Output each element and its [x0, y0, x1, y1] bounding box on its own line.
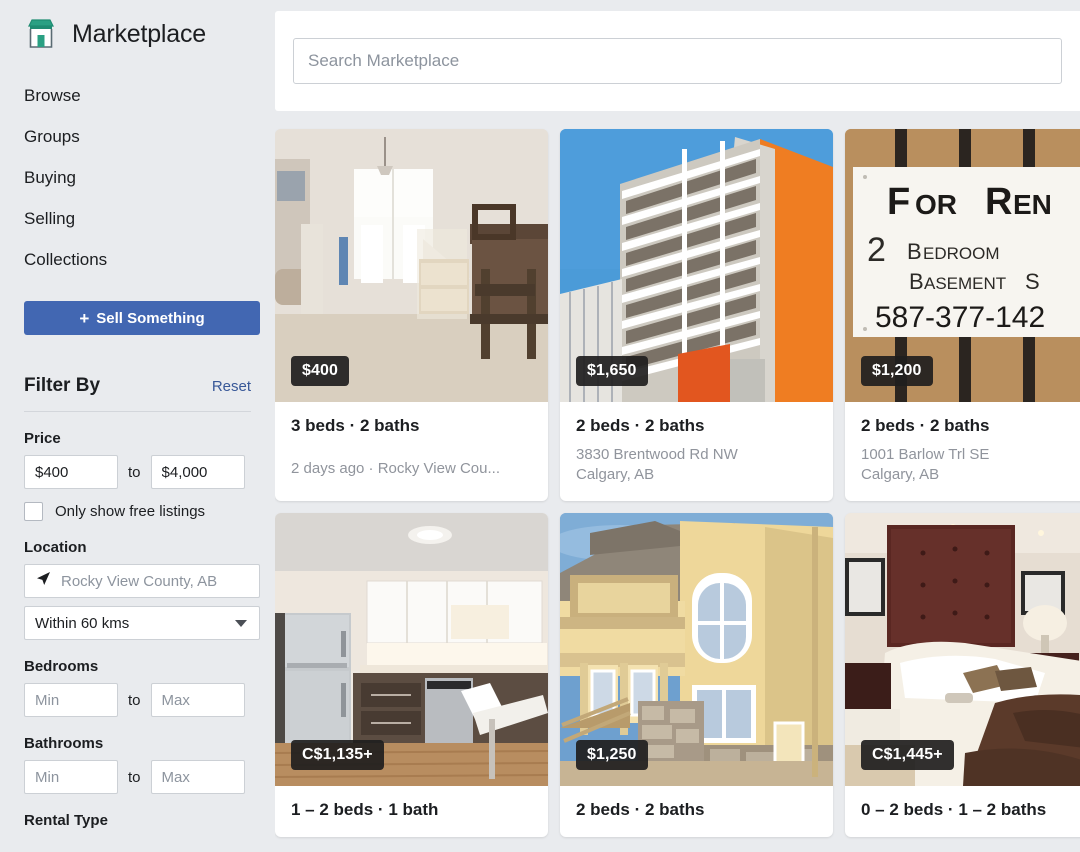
filter-by-title: Filter By — [24, 375, 101, 396]
listing-address: 1001 Barlow Trl SE Calgary, AB — [861, 446, 990, 483]
svg-text:F: F — [887, 181, 910, 223]
price-badge: C$1,135+ — [291, 740, 384, 770]
bathrooms-min-input[interactable] — [24, 760, 118, 794]
filter-group-rental-type: Rental Type — [24, 812, 251, 829]
listing-card[interactable]: $1,650 2 beds · 2 baths 3830 Brentwood R… — [560, 129, 833, 501]
location-arrow-icon — [35, 570, 52, 592]
bedrooms-min-input[interactable] — [24, 683, 118, 717]
free-listings-label: Only show free listings — [55, 503, 206, 520]
listing-title: 3 beds · 2 baths — [291, 416, 420, 435]
price-range-separator: to — [128, 463, 141, 481]
price-range-row: to — [24, 455, 251, 489]
filter-group-price: Price to Only show free listings — [24, 430, 251, 521]
sidebar-item-buying[interactable]: Buying — [24, 158, 251, 199]
rental-type-label: Rental Type — [24, 812, 108, 829]
free-listings-checkbox[interactable] — [24, 502, 43, 521]
location-value: Rocky View County, AB — [61, 572, 218, 590]
bathrooms-range-row: to — [24, 760, 251, 794]
svg-text:587-377-142: 587-377-142 — [875, 301, 1045, 334]
listing-card[interactable]: C$1,135+ 1 – 2 beds · 1 bath — [275, 513, 548, 837]
listing-details: 2 beds · 2 baths 1001 Barlow Trl SE Calg… — [845, 402, 1080, 501]
bathrooms-label: Bathrooms — [24, 735, 104, 752]
listing-image[interactable]: $1,250 — [560, 513, 833, 786]
price-label: Price — [24, 430, 61, 447]
listing-details: 1 – 2 beds · 1 bath — [275, 786, 548, 837]
brand-header: Marketplace — [24, 0, 251, 51]
radius-value: Within 60 kms — [35, 614, 130, 632]
filter-divider — [24, 411, 251, 412]
price-badge: C$1,445+ — [861, 740, 954, 770]
sidebar-item-browse[interactable]: Browse — [24, 76, 251, 117]
price-min-input[interactable] — [24, 455, 118, 489]
svg-text:EN: EN — [1013, 189, 1052, 220]
location-label: Location — [24, 539, 87, 556]
price-badge: $400 — [291, 356, 349, 386]
bedrooms-range-row: to — [24, 683, 251, 717]
price-badge: $1,250 — [576, 740, 648, 770]
listing-title: 1 – 2 beds · 1 bath — [291, 800, 439, 819]
filter-reset-link[interactable]: Reset — [212, 378, 251, 395]
sidebar: Marketplace Browse Groups Buying Selling… — [0, 0, 275, 852]
listing-meta: 2 days ago · Rocky View Cou... — [291, 460, 500, 477]
listing-card[interactable]: $400 3 beds · 2 baths 2 days ago · Rocky… — [275, 129, 548, 501]
price-badge: $1,200 — [861, 356, 933, 386]
listing-image[interactable]: F OR R EN 2 B EDROOM B ASEMENT S 587-377… — [845, 129, 1080, 402]
filter-header: Filter By Reset — [24, 375, 251, 397]
listing-details: 3 beds · 2 baths 2 days ago · Rocky View… — [275, 402, 548, 495]
svg-text:S: S — [1025, 269, 1040, 294]
bedrooms-label: Bedrooms — [24, 658, 99, 675]
svg-text:B: B — [909, 269, 924, 294]
bathrooms-range-separator: to — [128, 768, 141, 786]
bedrooms-max-input[interactable] — [150, 683, 245, 717]
storefront-icon — [24, 17, 58, 51]
listings-grid: $400 3 beds · 2 baths 2 days ago · Rocky… — [275, 129, 1080, 837]
listing-title: 2 beds · 2 baths — [576, 416, 705, 435]
svg-text:EDROOM: EDROOM — [923, 244, 1000, 263]
listing-title: 0 – 2 beds · 1 – 2 baths — [861, 800, 1047, 819]
svg-text:2: 2 — [867, 231, 886, 269]
sidebar-item-collections[interactable]: Collections — [24, 240, 251, 281]
filter-group-location: Location Rocky View County, AB Within 60… — [24, 539, 260, 640]
page-title: Marketplace — [72, 19, 206, 48]
marketplace-app: Marketplace Browse Groups Buying Selling… — [0, 0, 1080, 852]
price-badge: $1,650 — [576, 356, 648, 386]
svg-text:B: B — [907, 239, 922, 264]
listing-title: 2 beds · 2 baths — [576, 800, 705, 819]
listing-card[interactable]: F OR R EN 2 B EDROOM B ASEMENT S 587-377… — [845, 129, 1080, 501]
listing-image[interactable]: $1,650 — [560, 129, 833, 402]
filter-group-bedrooms: Bedrooms to — [24, 658, 251, 717]
listing-details: 2 beds · 2 baths 3830 Brentwood Rd NW Ca… — [560, 402, 833, 501]
location-input[interactable]: Rocky View County, AB — [24, 564, 260, 598]
listing-title: 2 beds · 2 baths — [861, 416, 990, 435]
radius-select[interactable]: Within 60 kms — [24, 606, 260, 640]
sell-something-button[interactable]: + Sell Something — [24, 301, 260, 335]
search-input[interactable] — [293, 38, 1062, 84]
price-max-input[interactable] — [150, 455, 245, 489]
svg-text:R: R — [985, 181, 1012, 223]
svg-text:OR: OR — [915, 189, 957, 220]
search-bar — [275, 11, 1080, 111]
free-listings-row[interactable]: Only show free listings — [24, 502, 251, 521]
listing-image[interactable]: C$1,445+ — [845, 513, 1080, 786]
sell-something-label: Sell Something — [96, 309, 205, 327]
listing-image[interactable]: C$1,135+ — [275, 513, 548, 786]
listing-image[interactable]: $400 — [275, 129, 548, 402]
listing-card[interactable]: $1,250 2 beds · 2 baths — [560, 513, 833, 837]
sidebar-item-selling[interactable]: Selling — [24, 199, 251, 240]
listing-address: 3830 Brentwood Rd NW Calgary, AB — [576, 446, 738, 483]
chevron-down-icon — [235, 620, 247, 627]
listing-details: 0 – 2 beds · 1 – 2 baths — [845, 786, 1080, 837]
main-content: $400 3 beds · 2 baths 2 days ago · Rocky… — [275, 0, 1080, 852]
svg-text:ASEMENT: ASEMENT — [924, 274, 1006, 293]
filter-group-bathrooms: Bathrooms to — [24, 735, 251, 794]
sidebar-item-groups[interactable]: Groups — [24, 117, 251, 158]
plus-icon: + — [79, 308, 90, 328]
bedrooms-range-separator: to — [128, 691, 141, 709]
listing-details: 2 beds · 2 baths — [560, 786, 833, 837]
listing-card[interactable]: C$1,445+ 0 – 2 beds · 1 – 2 baths — [845, 513, 1080, 837]
sidebar-nav: Browse Groups Buying Selling Collections — [24, 76, 251, 281]
bathrooms-max-input[interactable] — [150, 760, 245, 794]
